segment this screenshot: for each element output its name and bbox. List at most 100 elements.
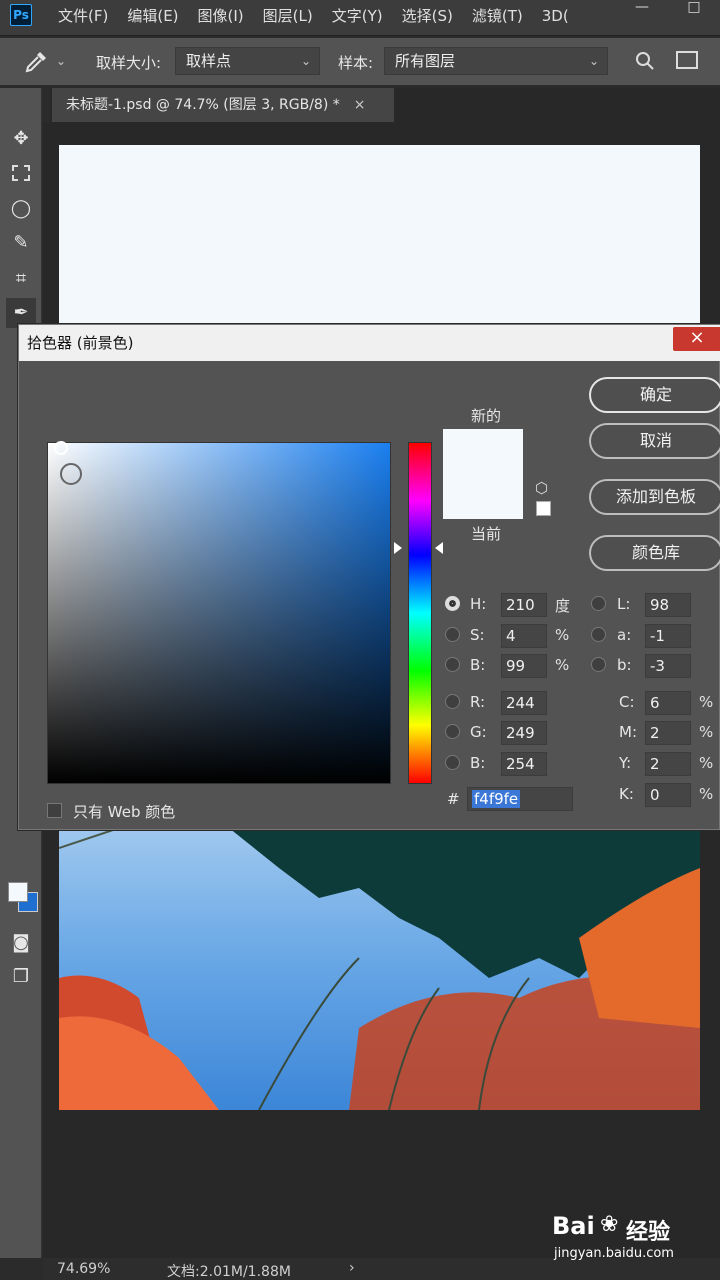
hex-input[interactable]: f4f9fe [467,787,573,811]
menu-edit[interactable]: 编辑(E) [127,0,178,32]
paw-icon: ❀ [600,1212,619,1237]
lab-b-radio[interactable] [591,657,606,672]
photoshop-logo: Ps [10,4,32,26]
c-input[interactable]: 6 [645,691,691,715]
sample-size-value: 取样点 [186,52,232,70]
search-icon[interactable] [634,50,656,76]
hue-slider[interactable] [408,442,432,784]
sample-size-select[interactable]: 取样点 ⌄ [175,47,320,75]
blue-radio[interactable] [445,755,460,770]
web-safe-swatch[interactable] [536,501,551,516]
gamut-cube-icon[interactable]: ⬡ [535,479,548,497]
chevron-down-icon: ⌄ [588,54,599,68]
lasso-tool-icon[interactable]: ◯ [6,194,36,224]
menu-file[interactable]: 文件(F) [58,0,108,32]
menu-layer[interactable]: 图层(L) [263,0,313,32]
workspace-icon[interactable] [676,51,698,69]
hex-label: # [447,790,460,808]
s-radio[interactable] [445,627,460,642]
color-picker-dialog: 拾色器 (前景色) × 新的 当前 ⬡ 确定 取消 添加到色板 颜色库 H: 2… [18,324,720,830]
screen-mode-icon[interactable]: ❐ [6,962,36,992]
y-input[interactable]: 2 [645,752,691,776]
h-radio[interactable] [445,596,460,611]
new-color-swatch [443,429,523,473]
b-unit: % [555,656,570,674]
options-bar: ⌄ 取样大小: 取样点 ⌄ 样本: 所有图层 ⌄ [0,38,720,86]
m-label: M: [619,723,637,741]
blue-label: B: [470,754,486,772]
g-radio[interactable] [445,724,460,739]
eyedropper-tool-icon[interactable] [22,48,50,76]
y-unit: % [699,754,714,772]
g-label: G: [470,723,487,741]
c-label: C: [619,693,635,711]
add-to-swatches-button[interactable]: 添加到色板 [589,479,720,515]
r-input[interactable]: 244 [501,691,547,715]
current-color-swatch[interactable] [443,473,523,519]
sample-select[interactable]: 所有图层 ⌄ [384,47,608,75]
color-libraries-button[interactable]: 颜色库 [589,535,720,571]
menu-3d[interactable]: 3D( [542,0,569,32]
document-canvas[interactable] [59,145,700,335]
lab-b-input[interactable]: -3 [645,654,691,678]
quick-select-tool-icon[interactable]: ✎ [6,228,36,258]
tool-preset-chevron-icon[interactable]: ⌄ [56,54,66,68]
r-radio[interactable] [445,694,460,709]
m-input[interactable]: 2 [645,721,691,745]
color-field[interactable] [47,441,391,784]
l-radio[interactable] [591,596,606,611]
menu-bar: Ps 文件(F) 编辑(E) 图像(I) 图层(L) 文字(Y) 选择(S) 滤… [0,0,720,36]
photoshop-window: Ps 文件(F) 编辑(E) 图像(I) 图层(L) 文字(Y) 选择(S) 滤… [0,0,720,1280]
close-icon[interactable]: × [354,97,366,113]
sample-value: 所有图层 [395,52,456,70]
maximize-button[interactable]: □ [668,0,720,16]
baidu-url: jingyan.baidu.com [554,1246,674,1261]
h-label: H: [470,595,487,613]
crop-tool-icon[interactable]: ⌗ [6,264,36,294]
foreground-background-swatch[interactable] [6,878,38,918]
s-label: S: [470,626,485,644]
document-tab-bar: 未标题-1.psd @ 74.7% (图层 3, RGB/8) * × [50,88,720,122]
a-input[interactable]: -1 [645,624,691,648]
hue-slider-right-arrow-icon[interactable] [435,542,443,554]
document-tab-title: 未标题-1.psd @ 74.7% (图层 3, RGB/8) * [66,97,340,113]
move-tool-icon[interactable]: ✥ [6,124,36,154]
g-input[interactable]: 249 [501,721,547,745]
minimize-button[interactable]: — [616,0,668,16]
color-field-marker [54,441,68,455]
chevron-down-icon: ⌄ [300,54,311,68]
a-radio[interactable] [591,627,606,642]
document-tab[interactable]: 未标题-1.psd @ 74.7% (图层 3, RGB/8) * × [52,88,394,122]
l-input[interactable]: 98 [645,593,691,617]
dialog-body: 新的 当前 ⬡ 确定 取消 添加到色板 颜色库 H: 210 度 S: 4 % … [25,361,720,827]
baidu-brand-suffix: 经验 [626,1220,671,1245]
hex-value: f4f9fe [472,790,521,808]
blue-input[interactable]: 254 [501,752,547,776]
zoom-level[interactable]: 74.69% [57,1261,110,1277]
hue-slider-left-arrow-icon[interactable] [394,542,402,554]
h-input[interactable]: 210 [501,593,547,617]
document-size: 文档:2.01M/1.88M [167,1264,291,1280]
b-input[interactable]: 99 [501,654,547,678]
web-colors-checkbox[interactable] [47,803,62,818]
b-radio[interactable] [445,657,460,672]
menu-type[interactable]: 文字(Y) [332,0,383,32]
l-label: L: [617,595,631,613]
menu-select[interactable]: 选择(S) [402,0,453,32]
quick-mask-icon[interactable]: ◙ [6,928,36,958]
baidu-brand: Bai [552,1212,595,1240]
menu-image[interactable]: 图像(I) [198,0,244,32]
h-unit: 度 [555,597,571,615]
dialog-close-button[interactable]: × [673,327,720,351]
a-label: a: [617,626,632,644]
k-input[interactable]: 0 [645,783,691,807]
dialog-title-bar: 拾色器 (前景色) × [19,325,720,361]
ok-button[interactable]: 确定 [589,377,720,413]
cancel-button[interactable]: 取消 [589,423,720,459]
web-colors-label: 只有 Web 颜色 [73,803,176,821]
menu-filter[interactable]: 滤镜(T) [472,0,523,32]
status-arrow-icon[interactable]: › [349,1260,355,1276]
s-input[interactable]: 4 [501,624,547,648]
marquee-tool-icon[interactable] [6,158,36,188]
canvas-photo[interactable] [59,828,700,1110]
